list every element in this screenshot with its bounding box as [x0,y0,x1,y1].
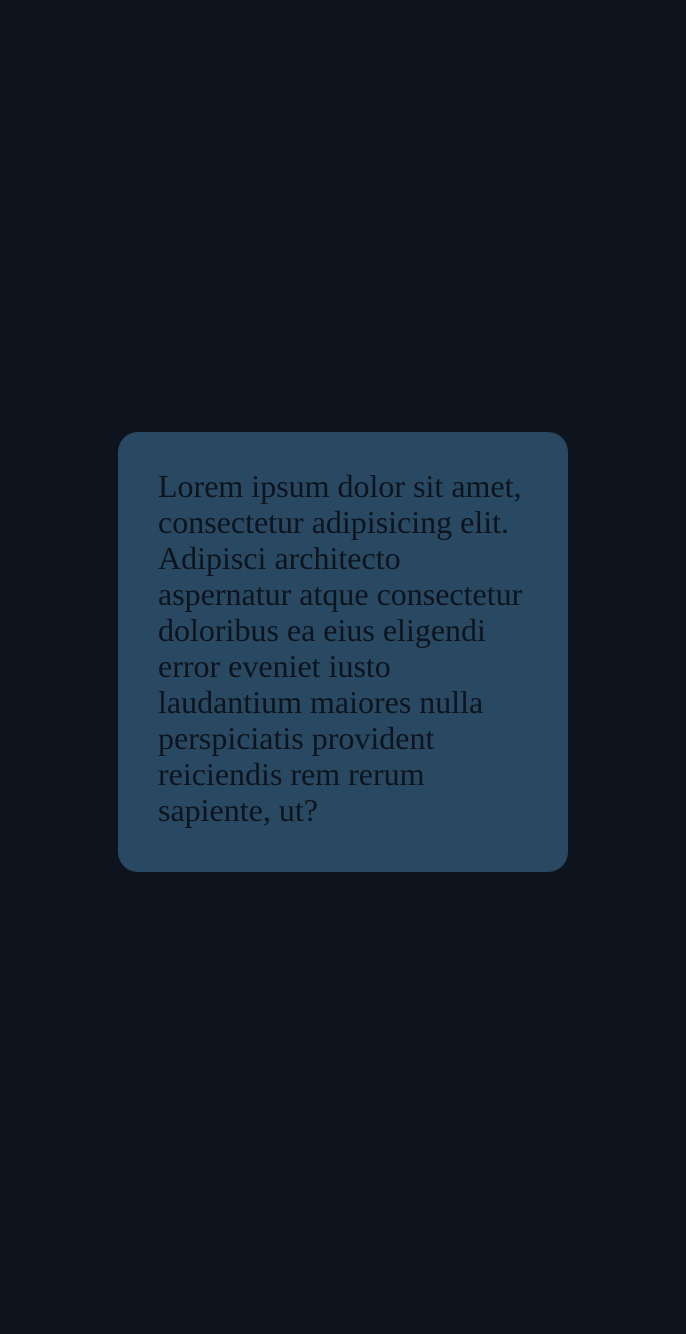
text-card: Lorem ipsum dolor sit amet, consectetur … [118,432,568,872]
card-text: Lorem ipsum dolor sit amet, consectetur … [158,468,523,828]
screen: { "colors": { "background": "#0d141d", "… [0,0,686,1334]
